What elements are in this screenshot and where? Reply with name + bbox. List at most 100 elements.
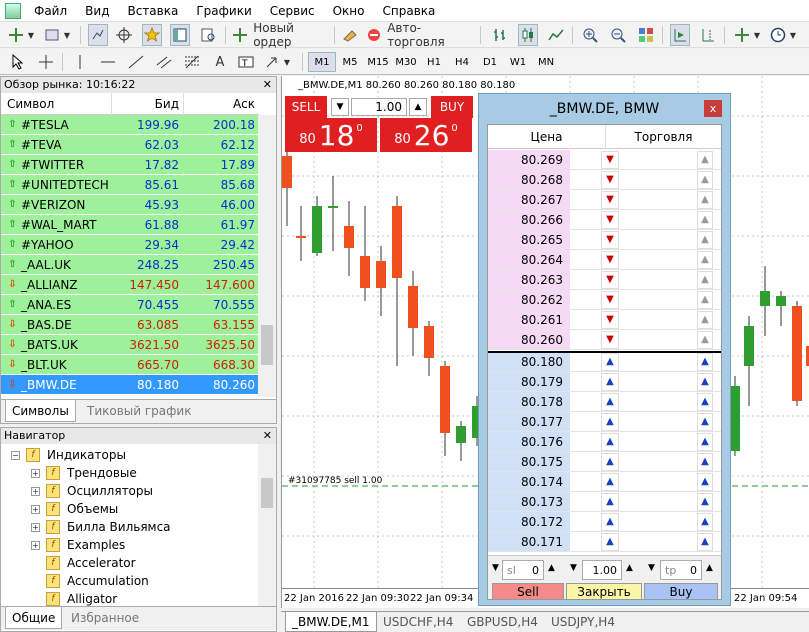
vertical-line-icon[interactable] xyxy=(70,51,90,73)
tree-item-folder[interactable]: + f Объемы xyxy=(31,500,118,518)
bid-level-row[interactable]: 80.176 ▲ ▲ xyxy=(488,432,721,452)
buy-stop-icon[interactable]: ▲ xyxy=(697,151,713,169)
expand-icon[interactable]: + xyxy=(31,504,40,514)
sell-limit-icon[interactable]: ▼ xyxy=(601,251,619,269)
dom-buy-button[interactable]: Buy xyxy=(644,583,718,600)
menu-charts[interactable]: Графики xyxy=(187,4,260,18)
column-symbol[interactable]: Символ xyxy=(1,93,111,115)
sell-button[interactable]: SELL xyxy=(285,96,327,118)
buy-stop-icon[interactable]: ▲ xyxy=(697,331,713,349)
market-watch-row[interactable]: ⇧ #TWITTER 17.82 17.89 xyxy=(1,155,259,175)
sell-limit-icon[interactable]: ▼ xyxy=(601,291,619,309)
sell-price[interactable]: 80 18 0 xyxy=(285,118,377,152)
arrows-icon[interactable] xyxy=(262,51,282,73)
collapse-icon[interactable]: − xyxy=(11,450,20,460)
timeframe-w1[interactable]: W1 xyxy=(504,52,532,72)
trendline-icon[interactable] xyxy=(126,51,146,73)
buy-limit-icon[interactable]: ▲ xyxy=(601,393,619,411)
market-watch-row[interactable]: ⇧ #WAL_MART 61.88 61.97 xyxy=(1,215,259,235)
dom-sell-button[interactable]: Sell xyxy=(492,583,564,600)
menu-help[interactable]: Справка xyxy=(374,4,445,18)
timeframe-h4[interactable]: H4 xyxy=(448,52,476,72)
buy-limit-up-icon[interactable]: ▲ xyxy=(697,433,713,451)
buy-limit-icon[interactable]: ▲ xyxy=(601,513,619,531)
buy-stop-icon[interactable]: ▲ xyxy=(697,251,713,269)
cursor-icon[interactable] xyxy=(8,51,28,73)
timeframe-m15[interactable]: M15 xyxy=(364,52,392,72)
buy-limit-icon[interactable]: ▲ xyxy=(601,533,619,551)
timeframe-m30[interactable]: M30 xyxy=(392,52,420,72)
ask-level-row[interactable]: 80.269 ▼ ▲ xyxy=(488,150,721,170)
auto-scroll-icon[interactable] xyxy=(670,24,690,46)
tree-item-indicator[interactable]: f Accelerator xyxy=(46,554,136,572)
horizontal-line-icon[interactable] xyxy=(98,51,118,73)
crosshair-move-icon[interactable] xyxy=(114,24,134,46)
buy-limit-icon[interactable]: ▲ xyxy=(601,353,619,371)
scrollbar-thumb[interactable] xyxy=(261,325,273,365)
ask-level-row[interactable]: 80.260 ▼ ▲ xyxy=(488,330,721,350)
volume-down-icon[interactable]: ▼ xyxy=(570,563,577,573)
bid-level-row[interactable]: 80.178 ▲ ▲ xyxy=(488,392,721,412)
sell-limit-icon[interactable]: ▼ xyxy=(601,231,619,249)
buy-stop-icon[interactable]: ▲ xyxy=(697,291,713,309)
menu-file[interactable]: Файл xyxy=(25,4,76,18)
sell-limit-icon[interactable]: ▼ xyxy=(601,311,619,329)
new-order-button[interactable]: Новый ордер xyxy=(232,21,332,49)
expand-icon[interactable]: + xyxy=(31,486,40,496)
zoom-in-icon[interactable] xyxy=(580,24,600,46)
crosshair-icon[interactable] xyxy=(36,51,56,73)
market-watch-row[interactable]: ⇩ _ALLIANZ 147.450 147.600 xyxy=(1,275,259,295)
scrollbar-thumb[interactable] xyxy=(261,478,273,508)
ask-level-row[interactable]: 80.264 ▼ ▲ xyxy=(488,250,721,270)
ask-level-row[interactable]: 80.266 ▼ ▲ xyxy=(488,210,721,230)
market-watch-row[interactable]: ⇧ _AAL.UK 248.25 250.45 xyxy=(1,255,259,275)
tree-item-folder[interactable]: + f Билла Вильямса xyxy=(31,518,171,536)
indicators-dropdown-icon[interactable]: ▼ xyxy=(752,24,762,46)
tree-item-indicators[interactable]: − f Индикаторы xyxy=(11,446,126,464)
sell-limit-icon[interactable]: ▼ xyxy=(601,171,619,189)
tab-symbols[interactable]: Символы xyxy=(5,400,76,422)
market-watch-scrollbar[interactable] xyxy=(258,115,276,397)
fibonacci-icon[interactable] xyxy=(182,51,202,73)
bid-level-row[interactable]: 80.172 ▲ ▲ xyxy=(488,512,721,532)
buy-button[interactable]: BUY xyxy=(431,96,473,118)
buy-limit-up-icon[interactable]: ▲ xyxy=(697,393,713,411)
close-button[interactable]: x xyxy=(704,100,722,117)
buy-stop-icon[interactable]: ▲ xyxy=(697,311,713,329)
metaeditor-icon[interactable] xyxy=(340,24,360,46)
ask-level-row[interactable]: 80.268 ▼ ▲ xyxy=(488,170,721,190)
candlestick-chart-icon[interactable] xyxy=(518,24,538,46)
data-window-icon[interactable] xyxy=(170,24,190,46)
bid-level-row[interactable]: 80.171 ▲ ▲ xyxy=(488,532,721,552)
buy-limit-up-icon[interactable]: ▲ xyxy=(697,473,713,491)
indicators-add-icon[interactable] xyxy=(732,24,752,46)
buy-stop-icon[interactable]: ▲ xyxy=(697,171,713,189)
close-icon[interactable]: ✕ xyxy=(263,77,272,93)
buy-limit-up-icon[interactable]: ▲ xyxy=(697,533,713,551)
bid-level-row[interactable]: 80.177 ▲ ▲ xyxy=(488,412,721,432)
buy-stop-icon[interactable]: ▲ xyxy=(697,191,713,209)
buy-limit-up-icon[interactable]: ▲ xyxy=(697,513,713,531)
buy-limit-up-icon[interactable]: ▲ xyxy=(697,453,713,471)
arrows-dropdown-icon[interactable]: ▼ xyxy=(282,51,292,73)
ask-level-row[interactable]: 80.262 ▼ ▲ xyxy=(488,290,721,310)
market-watch-row[interactable]: ⇩ _BATS.UK 3621.50 3625.50 xyxy=(1,335,259,355)
tab-chart-bmw[interactable]: _BMW.DE,M1 xyxy=(285,612,377,632)
market-watch-toggle-icon[interactable] xyxy=(88,24,108,46)
menu-window[interactable]: Окно xyxy=(324,4,374,18)
tile-windows-icon[interactable] xyxy=(636,24,656,46)
buy-limit-icon[interactable]: ▲ xyxy=(601,413,619,431)
buy-stop-icon[interactable]: ▲ xyxy=(697,271,713,289)
periods-clock-icon[interactable] xyxy=(768,24,788,46)
ask-level-row[interactable]: 80.261 ▼ ▲ xyxy=(488,310,721,330)
market-watch-row[interactable]: ⇧ #VERIZON 45.93 46.00 xyxy=(1,195,259,215)
sl-input[interactable]: sl 0 xyxy=(502,560,544,580)
timeframe-h1[interactable]: H1 xyxy=(420,52,448,72)
volume-up-icon[interactable]: ▲ xyxy=(626,563,633,573)
sell-limit-icon[interactable]: ▼ xyxy=(601,331,619,349)
buy-limit-icon[interactable]: ▲ xyxy=(601,493,619,511)
column-ask[interactable]: Аск xyxy=(183,93,259,115)
order-line-label[interactable]: #31097785 sell 1.00 xyxy=(288,476,382,486)
tree-item-indicator[interactable]: f Accumulation xyxy=(46,572,149,590)
timeframe-mn[interactable]: MN xyxy=(532,52,560,72)
